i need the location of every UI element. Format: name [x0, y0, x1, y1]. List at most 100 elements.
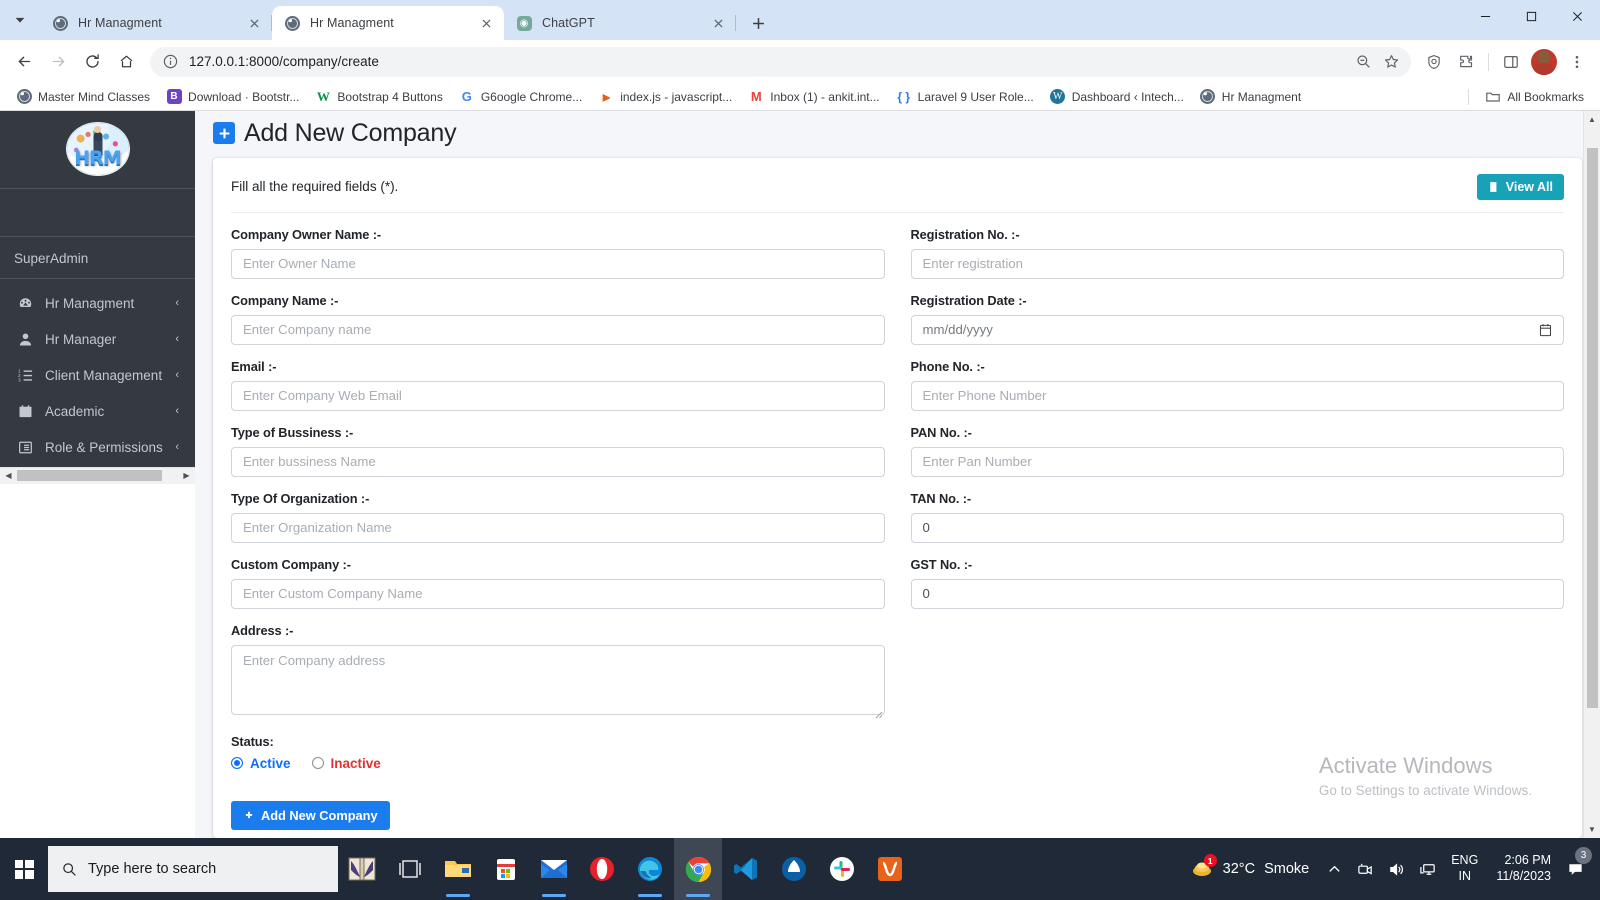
pan-no-input[interactable]	[910, 446, 1564, 477]
chrome-icon[interactable]	[674, 838, 722, 900]
bookmark-item[interactable]: W Bootstrap 4 Buttons	[307, 86, 450, 108]
field-registration-date: Registration Date :- mm/dd/yyyy	[910, 293, 1564, 345]
bookmark-item[interactable]: W Dashboard ‹ Intech...	[1042, 86, 1192, 108]
address-bar[interactable]: 127.0.0.1:8000/company/create	[150, 46, 1411, 77]
tan-no-input[interactable]	[910, 512, 1564, 543]
new-tab-button[interactable]	[744, 9, 772, 37]
close-icon[interactable]	[476, 13, 496, 33]
extensions-puzzle-icon[interactable]	[1451, 47, 1481, 77]
sidebar-nav: Hr Managment ‹ Hr Manager ‹ 123 Client M…	[0, 279, 195, 467]
radio-active-label[interactable]: Active	[250, 756, 291, 771]
zoom-out-icon[interactable]	[1349, 48, 1377, 76]
radio-inactive[interactable]	[311, 757, 324, 770]
company-name-input[interactable]	[231, 314, 885, 345]
shield-icon[interactable]	[1419, 47, 1449, 77]
close-icon[interactable]	[244, 13, 264, 33]
bookmarks-divider	[1468, 88, 1470, 105]
organization-type-input[interactable]	[231, 512, 885, 543]
bookmark-item[interactable]: Hr Managment	[1192, 86, 1309, 108]
browser-tab-1[interactable]: Hr Managment	[40, 6, 272, 40]
scroll-left-arrow[interactable]: ◀	[0, 467, 17, 484]
sidebar-item-hr-managment[interactable]: Hr Managment ‹	[6, 287, 189, 320]
field-custom-company: Custom Company :-	[231, 557, 885, 609]
edge-icon[interactable]	[626, 838, 674, 900]
status-radio-group: Active Inactive	[231, 756, 885, 771]
owner-name-input[interactable]	[231, 248, 885, 279]
horizontal-scrollbar[interactable]: ◀ ▶	[0, 466, 195, 484]
bookmark-item[interactable]: M Inbox (1) - ankit.int...	[740, 86, 887, 108]
chrome-menu-icon[interactable]	[1562, 47, 1592, 77]
browser-tab-3[interactable]: ◉ ChatGPT	[504, 6, 736, 40]
business-type-input[interactable]	[231, 446, 885, 477]
site-info-icon[interactable]	[162, 53, 179, 70]
radio-active[interactable]	[231, 757, 243, 770]
mail-icon[interactable]	[530, 838, 578, 900]
add-new-company-button[interactable]: Add New Company	[231, 800, 390, 830]
browser-tab-2[interactable]: Hr Managment	[272, 6, 504, 40]
close-icon[interactable]	[708, 13, 728, 33]
scroll-up-arrow[interactable]: ▲	[1584, 111, 1600, 128]
globe-icon	[284, 15, 300, 31]
address-textarea[interactable]	[231, 644, 885, 715]
bookmark-item[interactable]: Master Mind Classes	[8, 86, 158, 108]
xampp-icon[interactable]	[770, 838, 818, 900]
radio-inactive-label[interactable]: Inactive	[331, 756, 381, 771]
sidebar-item-client-management[interactable]: 123 Client Management ‹	[6, 359, 189, 392]
bookmark-item[interactable]: B Download · Bootstr...	[158, 86, 307, 108]
bookmark-item[interactable]: { } Laravel 9 User Role...	[888, 86, 1042, 108]
show-hidden-icons-button[interactable]	[1319, 838, 1350, 900]
registration-no-input[interactable]	[910, 248, 1564, 279]
close-icon[interactable]	[1554, 0, 1600, 32]
calendar-icon[interactable]	[1539, 323, 1552, 337]
scroll-right-arrow[interactable]: ▶	[178, 467, 195, 484]
tab-title: Hr Managment	[78, 16, 162, 30]
volume-tray-icon[interactable]	[1381, 838, 1412, 900]
all-bookmarks-button[interactable]: All Bookmarks	[1477, 86, 1592, 108]
vscode-icon[interactable]	[722, 838, 770, 900]
registration-date-input[interactable]: mm/dd/yyyy	[910, 314, 1564, 345]
language-indicator[interactable]: ENG IN	[1443, 853, 1486, 884]
slack-icon[interactable]	[818, 838, 866, 900]
start-button[interactable]	[0, 838, 48, 900]
weather-widget[interactable]: 1 32°C Smoke	[1184, 854, 1320, 881]
tab-search-button[interactable]	[0, 0, 40, 40]
home-button[interactable]	[110, 46, 142, 78]
microsoft-store-icon[interactable]	[482, 838, 530, 900]
bookmark-item[interactable]: ⫸ index.js - javascript...	[590, 86, 740, 108]
file-explorer-icon[interactable]	[434, 838, 482, 900]
taskbar-clock[interactable]: 2:06 PM 11/8/2023	[1486, 853, 1561, 884]
minimize-icon[interactable]	[1462, 0, 1508, 32]
email-input[interactable]	[231, 380, 885, 411]
taskbar-search[interactable]: Type here to search	[48, 846, 338, 892]
gst-no-input[interactable]	[910, 578, 1564, 609]
forward-button[interactable]	[42, 46, 74, 78]
avatar[interactable]	[1531, 48, 1557, 75]
notification-center-button[interactable]: 3	[1561, 846, 1596, 878]
book-app-icon[interactable]	[338, 838, 386, 900]
tab-title: ChatGPT	[542, 16, 595, 30]
opera-icon[interactable]	[578, 838, 626, 900]
wordpress-icon: W	[1050, 89, 1066, 105]
screen-recorder-tray-icon[interactable]	[1350, 838, 1381, 900]
vertical-scrollbar[interactable]: ▲ ▼	[1583, 110, 1600, 838]
reload-button[interactable]	[76, 46, 108, 78]
maximize-icon[interactable]	[1508, 0, 1554, 32]
bookmark-star-icon[interactable]	[1377, 48, 1405, 76]
sidebar-brand[interactable]: HRM	[0, 111, 195, 189]
bookmark-item[interactable]: G G6oogle Chrome...	[451, 86, 590, 108]
sidebar-item-hr-manager[interactable]: Hr Manager ‹	[6, 323, 189, 356]
field-label: GST No. :-	[910, 556, 973, 572]
custom-company-input[interactable]	[231, 578, 885, 609]
view-all-button[interactable]: View All	[1476, 173, 1564, 200]
back-button[interactable]	[8, 46, 40, 78]
vertical-scroll-thumb[interactable]	[1586, 147, 1598, 708]
side-panel-icon[interactable]	[1496, 47, 1526, 77]
network-tray-icon[interactable]	[1412, 838, 1443, 900]
phone-no-input[interactable]	[910, 380, 1564, 411]
task-view-icon[interactable]	[386, 838, 434, 900]
sidebar-item-role-permissions[interactable]: Role & Permissions ‹	[6, 431, 189, 464]
sidebar-item-academic[interactable]: Academic ‹	[6, 395, 189, 428]
scroll-down-arrow[interactable]: ▼	[1584, 821, 1600, 838]
dbeaver-icon[interactable]	[866, 838, 914, 900]
horizontal-scroll-thumb[interactable]	[17, 470, 162, 482]
